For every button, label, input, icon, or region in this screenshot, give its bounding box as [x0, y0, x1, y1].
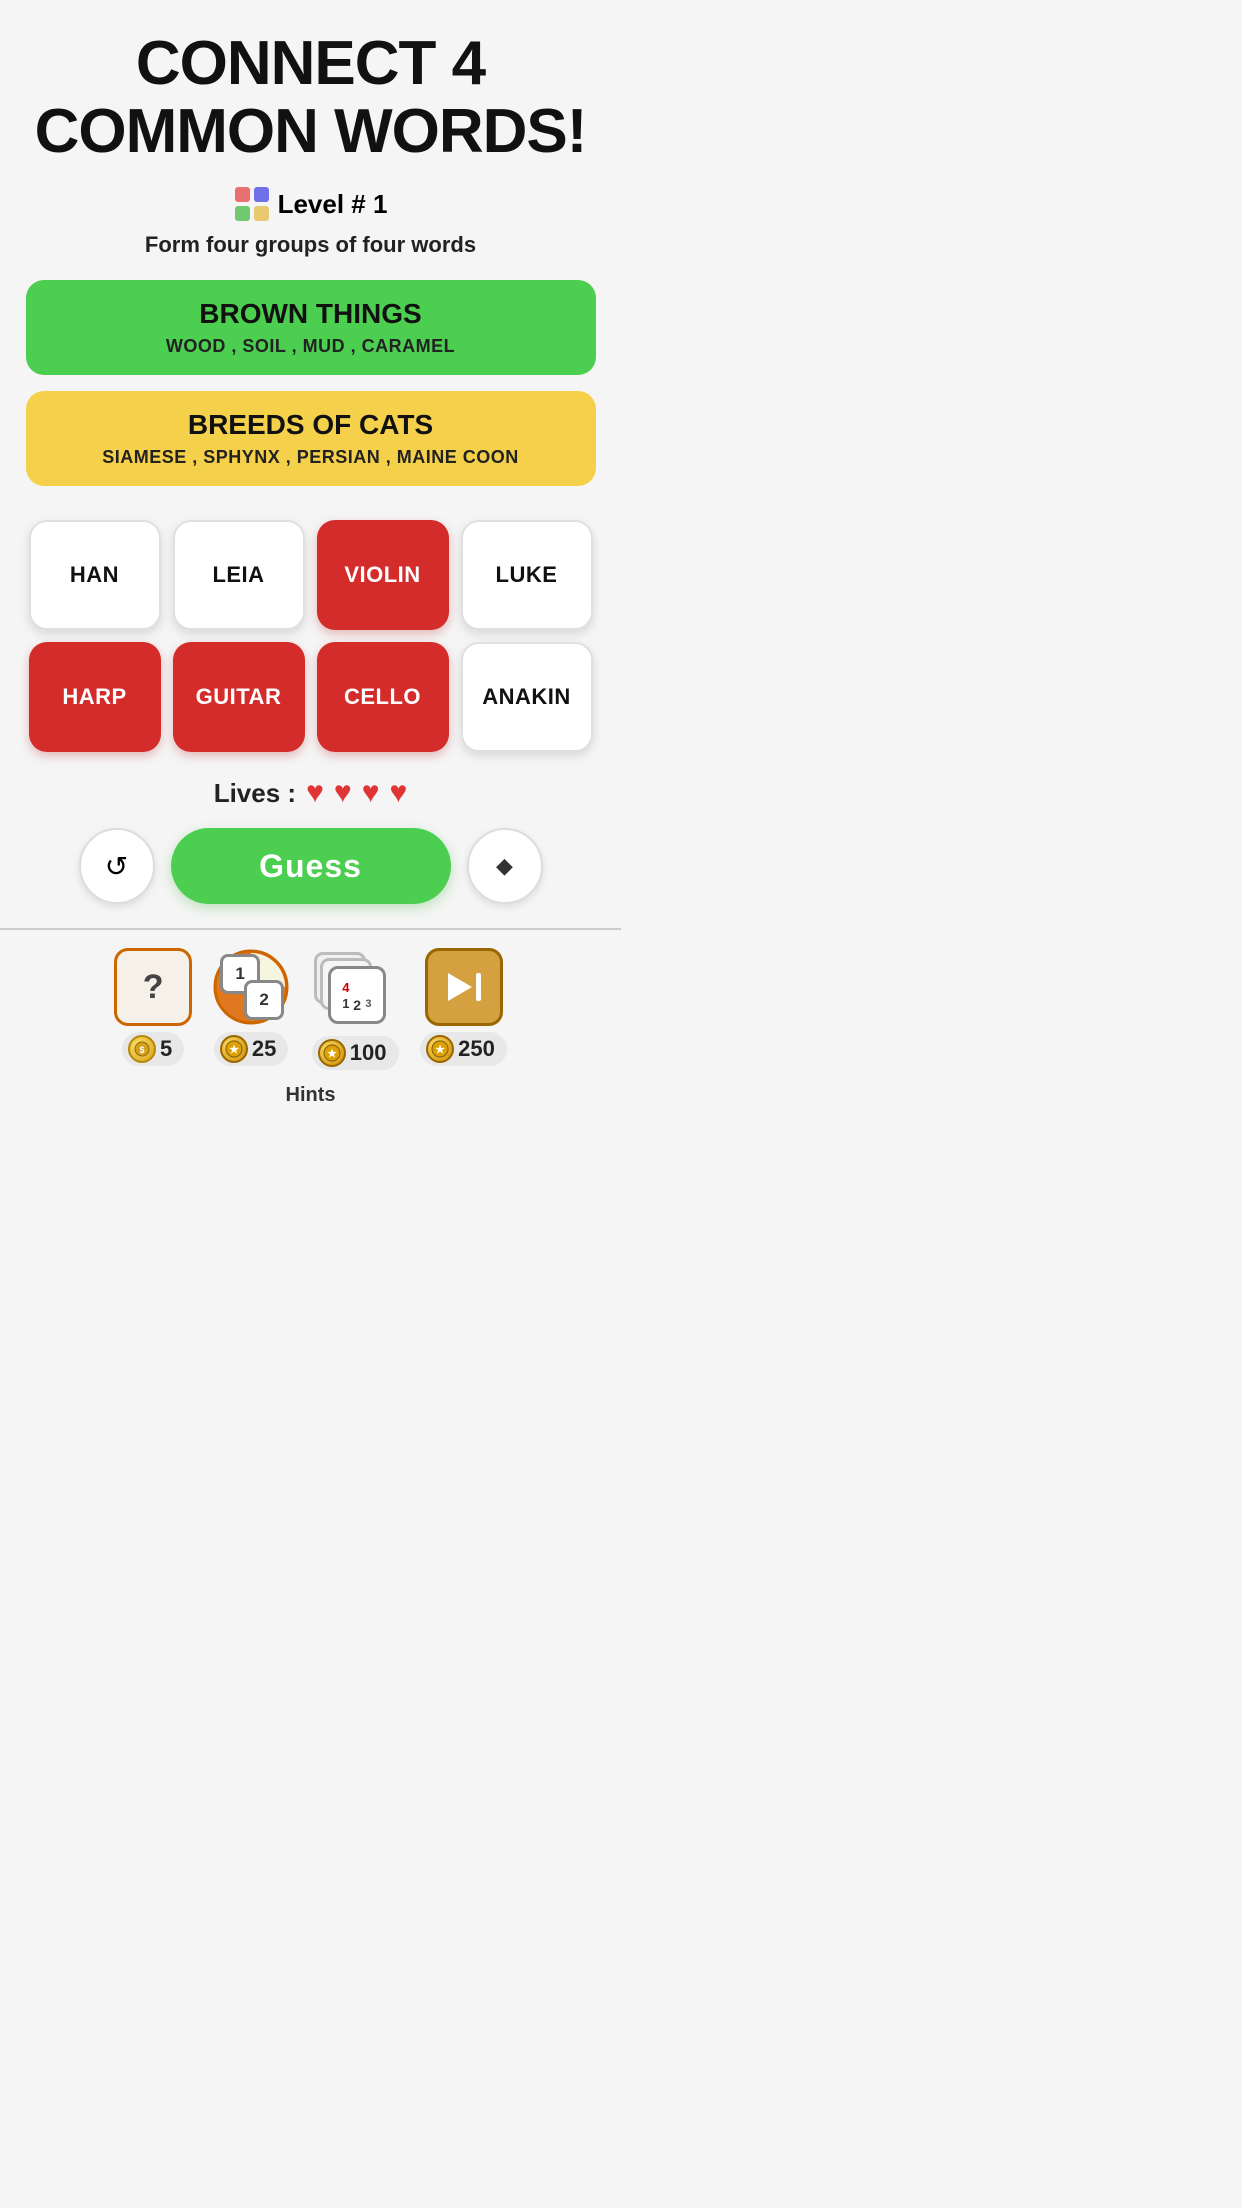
shuffle-button[interactable]: ↺	[79, 828, 155, 904]
hint-question-card[interactable]: ?	[114, 948, 192, 1026]
guess-button[interactable]: Guess	[171, 828, 451, 904]
heart-1: ♥	[306, 776, 324, 810]
hint-skip-cost: ★ 250	[420, 1032, 507, 1066]
erase-icon: ◆	[496, 853, 513, 879]
coin-icon-4: ★	[426, 1035, 454, 1063]
category-brown-things-words: WOOD , SOIL , MUD , CARAMEL	[46, 336, 576, 357]
category-breeds-words: SIAMESE , SPHYNX , PERSIAN , MAINE COON	[46, 447, 576, 468]
word-tile-guitar[interactable]: GUITAR	[173, 642, 305, 752]
word-tile-leia[interactable]: LEIA	[173, 520, 305, 630]
shuffle-icon: ↺	[105, 850, 128, 883]
svg-text:★: ★	[229, 1044, 239, 1056]
coin-icon-3: ★	[318, 1039, 346, 1067]
hint-skip[interactable]: ★ 250	[420, 948, 507, 1070]
hint-swap[interactable]: 1 2 ★ 25	[212, 948, 290, 1070]
hint-multi-cost: ★ 100	[312, 1036, 399, 1070]
heart-4: ♥	[390, 776, 408, 810]
hints-row: ? $ 5 1 2 ★	[114, 948, 507, 1070]
category-breeds-of-cats: BREEDS OF CATS SIAMESE , SPHYNX , PERSIA…	[26, 391, 596, 486]
coin-icon-2: ★	[220, 1035, 248, 1063]
hint-skip-card[interactable]	[425, 948, 503, 1026]
hint-question-icon: ?	[143, 968, 164, 1007]
hint-swap-value: 25	[252, 1036, 276, 1062]
hint-question-cost: $ 5	[122, 1032, 184, 1066]
lives-label: Lives :	[214, 778, 296, 809]
svg-text:★: ★	[327, 1048, 337, 1060]
category-brown-things-title: BROWN THINGS	[46, 298, 576, 330]
word-tile-harp[interactable]: HARP	[29, 642, 161, 752]
category-brown-things: BROWN THINGS WOOD , SOIL , MUD , CARAMEL	[26, 280, 596, 375]
hint-skip-value: 250	[458, 1036, 495, 1062]
level-row: Level # 1	[234, 186, 388, 222]
svg-text:$: $	[140, 1045, 145, 1055]
word-tile-violin[interactable]: VIOLIN	[317, 520, 449, 630]
word-tile-cello[interactable]: CELLO	[317, 642, 449, 752]
game-subtitle: Form four groups of four words	[145, 232, 476, 258]
hint-multi[interactable]: 4 1 3 2 ★ 100	[310, 948, 400, 1070]
lives-row: Lives : ♥ ♥ ♥ ♥	[214, 776, 408, 810]
erase-button[interactable]: ◆	[467, 828, 543, 904]
coin-icon-1: $	[128, 1035, 156, 1063]
hint-swap-cost: ★ 25	[214, 1032, 288, 1066]
hint-question[interactable]: ? $ 5	[114, 948, 192, 1070]
category-breeds-title: BREEDS OF CATS	[46, 409, 576, 441]
hints-section: ? $ 5 1 2 ★	[0, 928, 621, 1107]
hint-skip-icon	[425, 948, 503, 1026]
page-title: CONNECT 4 COMMON WORDS!	[35, 30, 587, 166]
word-tile-luke[interactable]: LUKE	[461, 520, 593, 630]
hints-label: Hints	[286, 1084, 336, 1107]
grid-icon	[234, 186, 270, 222]
hint-multi-card[interactable]: 4 1 3 2	[310, 948, 400, 1030]
hint-multi-value: 100	[350, 1040, 387, 1066]
hint-question-value: 5	[160, 1036, 172, 1062]
word-tile-anakin[interactable]: ANAKIN	[461, 642, 593, 752]
controls-row: ↺ Guess ◆	[79, 828, 543, 904]
word-grid: HANLEIAVIOLINLUKE HARPGUITARCELLOANAKIN	[29, 520, 593, 752]
heart-3: ♥	[362, 776, 380, 810]
level-label: Level # 1	[278, 189, 388, 220]
heart-2: ♥	[334, 776, 352, 810]
svg-text:★: ★	[435, 1044, 445, 1056]
hint-swap-card[interactable]: 1 2	[212, 948, 290, 1026]
word-tile-han[interactable]: HAN	[29, 520, 161, 630]
skip-icon	[444, 967, 484, 1007]
